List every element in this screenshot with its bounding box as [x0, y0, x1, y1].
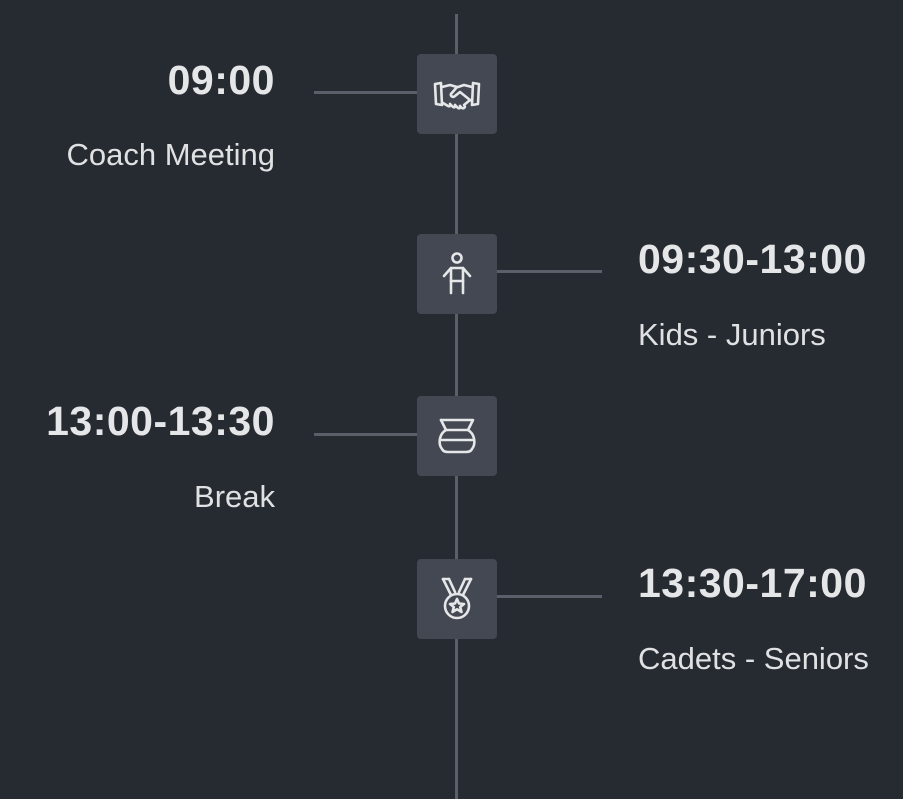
event-time: 13:30-17:00 [638, 560, 867, 606]
event-time: 09:30-13:00 [638, 236, 867, 282]
event-time: 09:00 [167, 57, 275, 103]
person-icon [417, 234, 497, 314]
event-title: Cadets - Seniors [638, 641, 869, 676]
event-connector [497, 595, 602, 598]
handshake-icon [417, 54, 497, 134]
event-title: Kids - Juniors [638, 317, 826, 352]
event-connector [314, 91, 417, 94]
event-title: Coach Meeting [66, 137, 275, 172]
event-connector [497, 270, 602, 273]
medal-icon [417, 559, 497, 639]
event-time: 13:00-13:30 [46, 398, 275, 444]
schedule-timeline: 09:00 Coach Meeting 09:30-13:00 Kids - J… [0, 0, 903, 799]
coffee-pot-icon [417, 396, 497, 476]
event-title: Break [194, 479, 275, 514]
event-connector [314, 433, 417, 436]
